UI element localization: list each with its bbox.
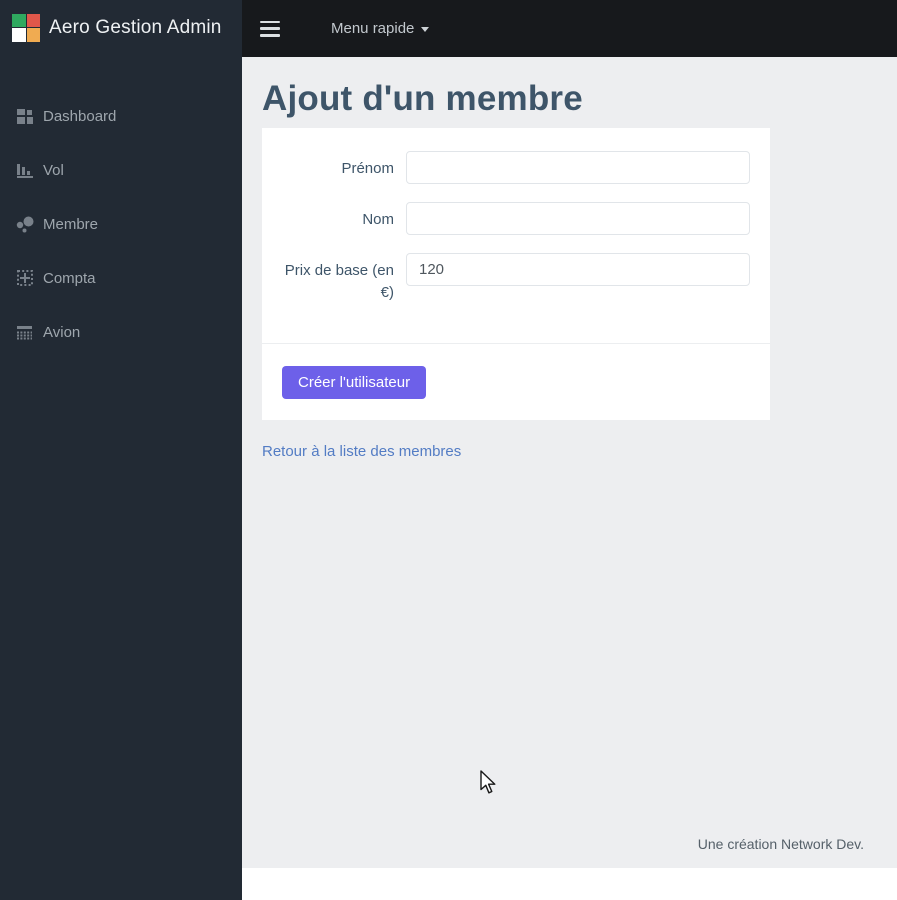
logo-square-amber	[26, 28, 40, 42]
form-row-nom: Nom	[282, 201, 750, 235]
prenom-input[interactable]	[406, 150, 750, 184]
hamburger-bar	[260, 20, 280, 24]
app-root: Aero Gestion Admin Dashboard Vol Membre …	[0, 0, 897, 900]
nom-label: Nom	[362, 210, 394, 228]
hamburger-bar	[260, 27, 280, 30]
people-icon	[16, 215, 34, 233]
member-form-card: Prénom Nom Prix de base (en €) Créer l'u…	[262, 127, 770, 420]
dashboard-icon	[16, 107, 34, 125]
hamburger-menu-button[interactable]	[260, 20, 280, 37]
form-body: Prénom Nom Prix de base (en €)	[262, 128, 770, 343]
chevron-down-icon	[421, 27, 430, 32]
sidebar-item-compta[interactable]: Compta	[0, 251, 242, 305]
brand[interactable]: Aero Gestion Admin	[0, 0, 242, 55]
sidebar: Aero Gestion Admin Dashboard Vol Membre …	[0, 0, 242, 900]
logo-square-red	[26, 13, 40, 27]
form-row-prenom: Prénom	[282, 150, 750, 184]
brand-title: Aero Gestion Admin	[49, 16, 222, 38]
sidebar-item-dashboard[interactable]: Dashboard	[0, 89, 242, 143]
quick-menu-label: Menu rapide	[331, 20, 415, 37]
sidebar-nav: Dashboard Vol Membre Compta Avion	[0, 89, 242, 359]
prix-input[interactable]	[406, 252, 750, 286]
nom-input[interactable]	[406, 201, 750, 235]
logo-square-white	[12, 28, 26, 42]
sidebar-item-vol[interactable]: Vol	[0, 143, 242, 197]
main-content: Ajout d'un membre Prénom Nom Prix de bas…	[242, 57, 897, 868]
bar-chart-icon	[16, 161, 34, 179]
quick-menu-dropdown[interactable]: Menu rapide	[331, 20, 430, 37]
sidebar-item-label: Compta	[43, 269, 96, 287]
sidebar-item-label: Vol	[43, 161, 64, 179]
spreadsheet-icon	[16, 269, 34, 287]
page-title: Ajout d'un membre	[262, 79, 583, 118]
create-user-button[interactable]: Créer l'utilisateur	[282, 365, 427, 399]
logo-square-green	[12, 13, 26, 27]
hamburger-bar	[260, 33, 280, 37]
prenom-label: Prénom	[341, 159, 394, 177]
form-row-prix: Prix de base (en €)	[282, 252, 750, 305]
table-list-icon	[16, 323, 34, 341]
form-footer: Créer l'utilisateur	[262, 342, 770, 420]
sidebar-item-label: Avion	[43, 323, 81, 341]
brand-logo-icon	[12, 13, 40, 42]
sidebar-item-membre[interactable]: Membre	[0, 197, 242, 251]
back-to-members-link[interactable]: Retour à la liste des membres	[262, 443, 461, 460]
sidebar-item-label: Dashboard	[43, 107, 117, 125]
prix-label: Prix de base (en €)	[284, 261, 394, 302]
sidebar-item-avion[interactable]: Avion	[0, 305, 242, 359]
sidebar-item-label: Membre	[43, 215, 99, 233]
footer-credit: Une création Network Dev.	[697, 836, 864, 852]
topbar: Menu rapide	[242, 0, 897, 57]
